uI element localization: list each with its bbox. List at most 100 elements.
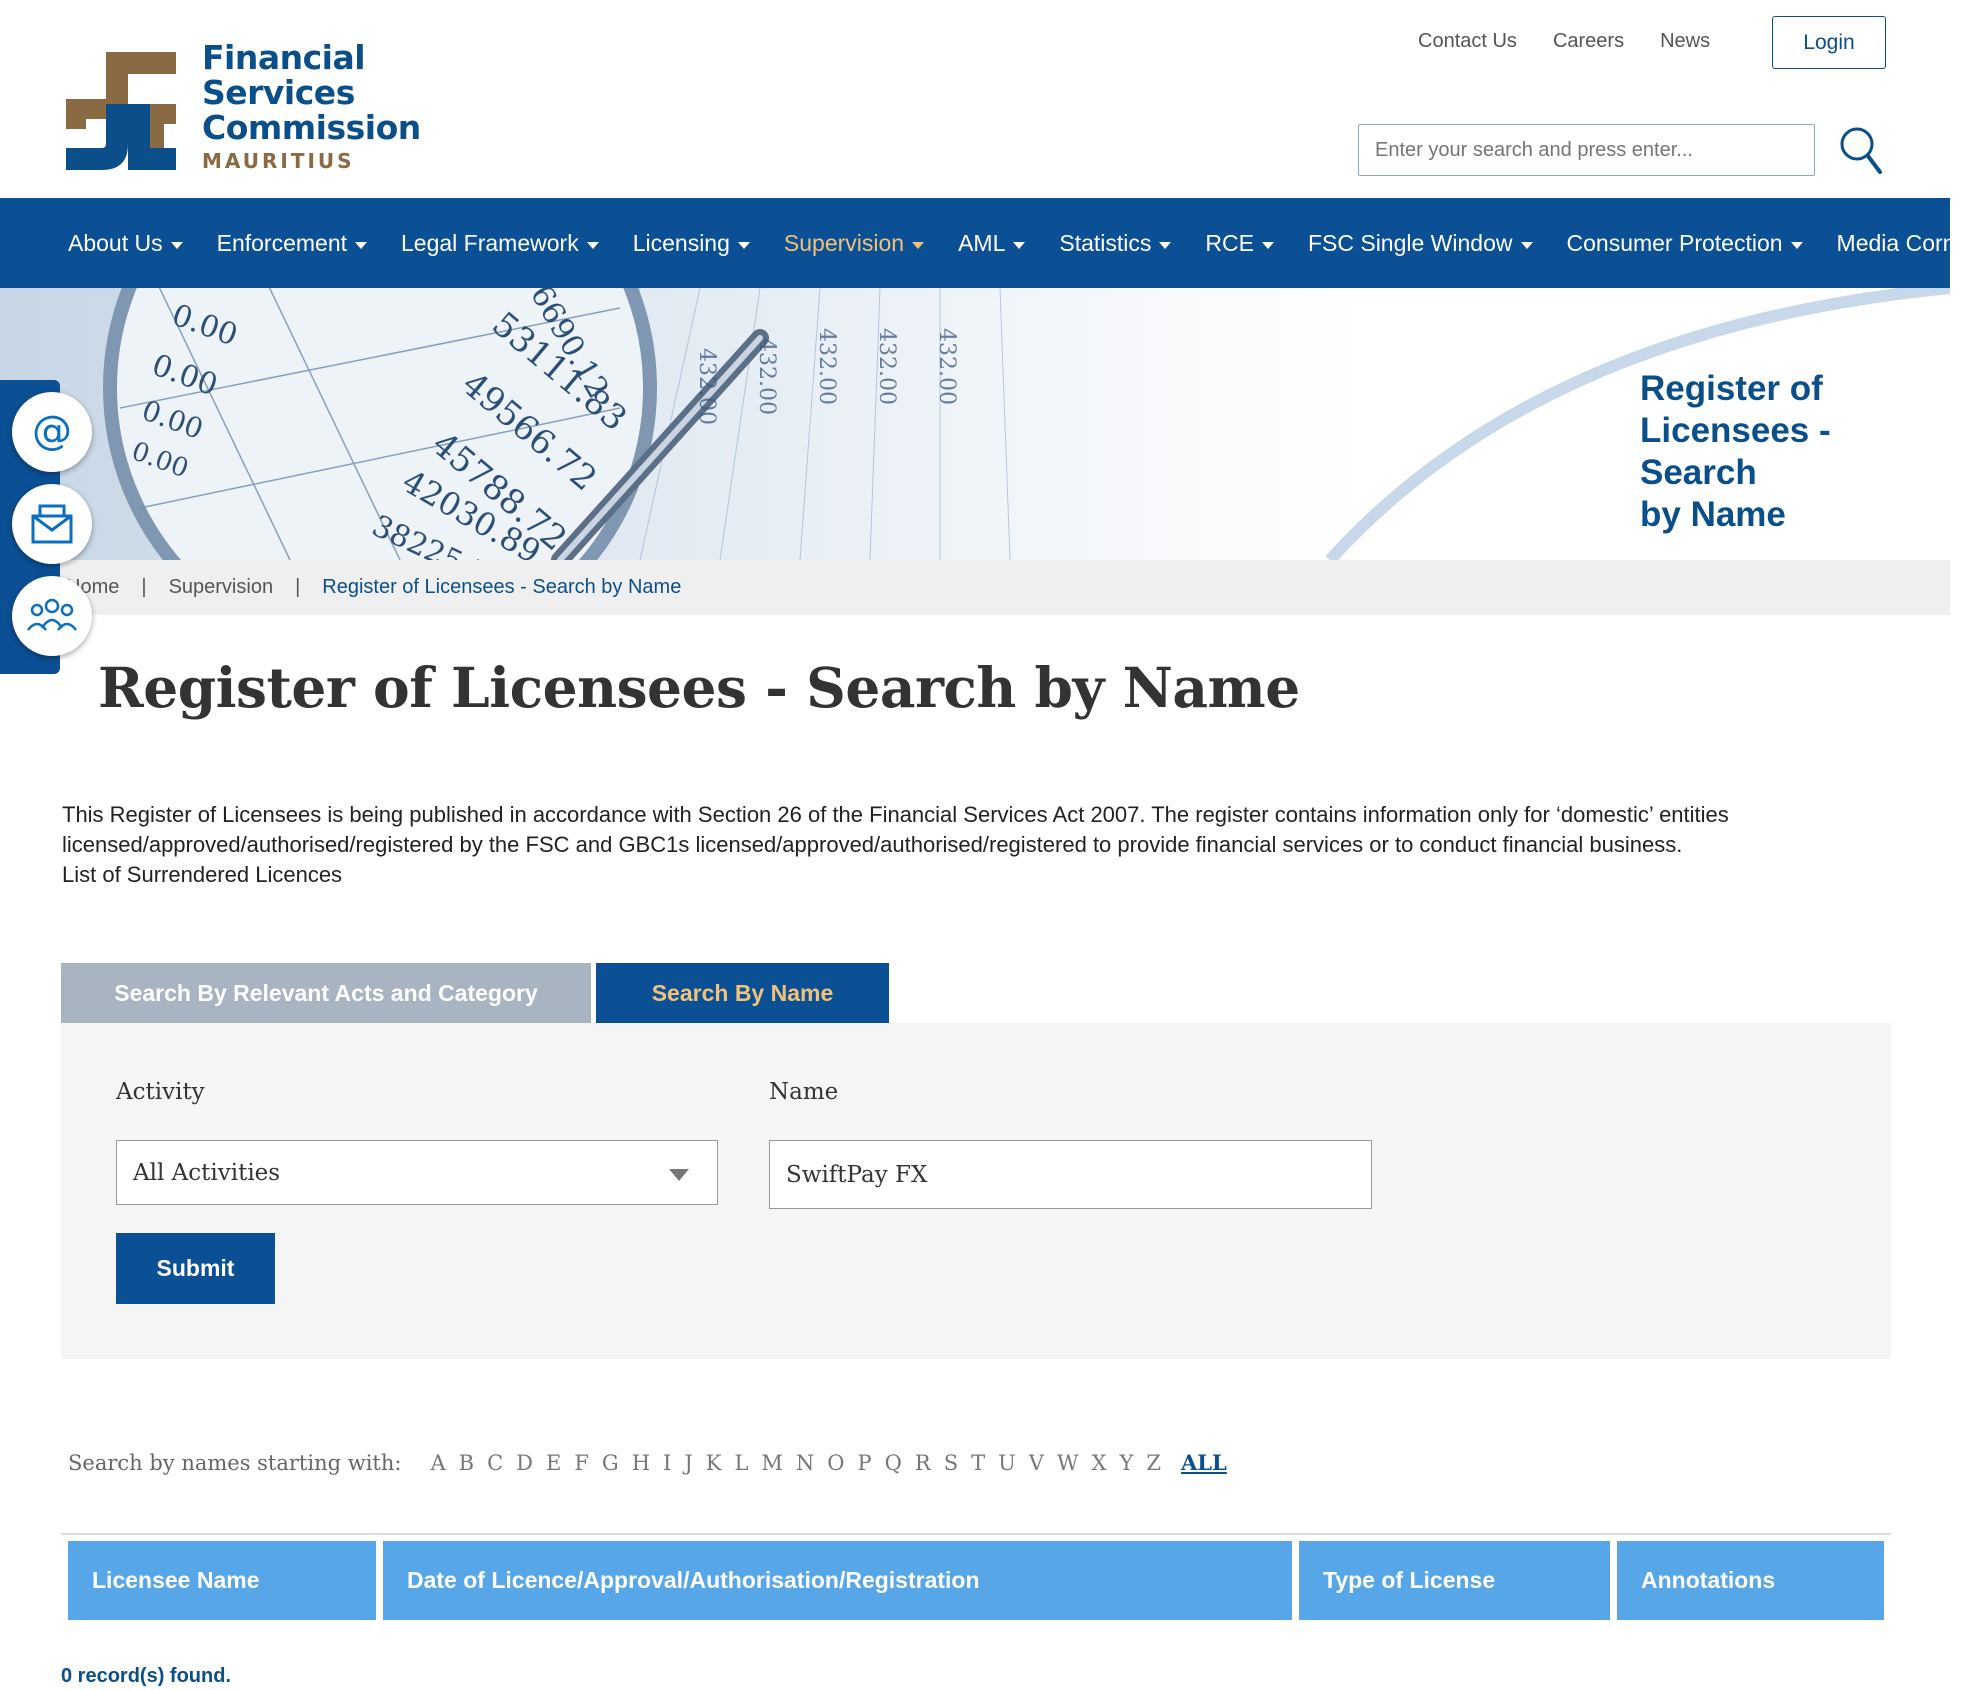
logo-wordmark: Financial Services Commission MAURITIUS <box>202 40 421 175</box>
caret-down-icon <box>170 241 183 249</box>
careers-link[interactable]: Careers <box>1553 30 1624 53</box>
nav-media-corner[interactable]: Media Corner <box>1837 230 1983 257</box>
nav-licensing[interactable]: Licensing <box>633 230 750 257</box>
fsc-logo-mark-icon <box>66 52 176 170</box>
nav-label: FSC Single Window <box>1307 229 1513 256</box>
dropdown-arrow-icon <box>669 1169 689 1181</box>
caret-down-icon <box>1159 241 1172 249</box>
email-at-button[interactable]: @ <box>12 392 92 472</box>
alphabet-letter-h[interactable]: H <box>632 1451 650 1475</box>
at-icon: @ <box>32 408 72 454</box>
main-nav: About Us Enforcement Legal Framework Lic… <box>0 198 1976 288</box>
alphabet-letter-m[interactable]: M <box>761 1451 783 1475</box>
page-banner: 0.00 0.00 0.00 0.00 53111.83 49566.72 45… <box>0 288 1950 560</box>
login-button[interactable]: Login <box>1772 16 1886 69</box>
alphabet-letter-u[interactable]: U <box>998 1451 1016 1475</box>
alphabet-all-link[interactable]: ALL <box>1181 1450 1227 1475</box>
page-title: Register of Licensees - Search by Name <box>98 655 1300 720</box>
nav-label: Enforcement <box>216 229 348 256</box>
breadcrumb-current[interactable]: Register of Licensees - Search by Name <box>322 576 681 599</box>
nav-rce[interactable]: RCE <box>1205 230 1274 257</box>
logo-line-3: Commission <box>202 108 421 147</box>
alphabet-letter-f[interactable]: F <box>574 1451 589 1475</box>
nav-fsc-single-window[interactable]: FSC Single Window <box>1308 230 1533 257</box>
alphabet-letter-p[interactable]: P <box>858 1451 872 1475</box>
nav-label: Licensing <box>632 229 730 256</box>
alphabet-letters: ABCDEFGHIJKLMNOPQRSTUVWXYZ <box>417 1451 1161 1475</box>
activity-select[interactable]: All Activities <box>116 1140 718 1205</box>
caret-down-icon <box>912 241 925 249</box>
alphabet-letter-n[interactable]: N <box>796 1451 814 1475</box>
caret-down-icon <box>1261 241 1274 249</box>
alphabet-filter: Search by names starting with: ABCDEFGHI… <box>68 1450 1227 1475</box>
nav-label: RCE <box>1205 229 1254 256</box>
breadcrumb: Home | Supervision | Register of License… <box>0 560 1950 615</box>
alphabet-letter-r[interactable]: R <box>915 1451 931 1475</box>
alphabet-letter-q[interactable]: Q <box>885 1451 902 1475</box>
site-search-input[interactable] <box>1358 124 1815 176</box>
alphabet-letter-x[interactable]: X <box>1092 1451 1107 1475</box>
contact-us-link[interactable]: Contact Us <box>1418 30 1517 53</box>
nav-label: Statistics <box>1059 229 1152 256</box>
fsc-logo[interactable]: Financial Services Commission MAURITIUS <box>66 40 436 180</box>
name-input[interactable] <box>769 1140 1372 1209</box>
nav-enforcement[interactable]: Enforcement <box>216 229 368 257</box>
alphabet-letter-i[interactable]: I <box>663 1451 671 1475</box>
caret-down-icon <box>1790 241 1803 249</box>
people-icon <box>27 598 77 631</box>
breadcrumb-supervision[interactable]: Supervision <box>169 576 274 599</box>
alphabet-letter-o[interactable]: O <box>827 1451 844 1475</box>
nav-statistics[interactable]: Statistics <box>1059 229 1172 257</box>
banner-title-line: Licensees - Search <box>1640 411 1831 492</box>
news-link[interactable]: News <box>1660 30 1710 53</box>
column-header-annotations[interactable]: Annotations <box>1617 1541 1884 1620</box>
surrendered-licences-link[interactable]: List of Surrendered Licences <box>62 860 1922 890</box>
alphabet-letter-s[interactable]: S <box>944 1451 958 1475</box>
intro-text: This Register of Licensees is being publ… <box>62 800 1922 890</box>
alphabet-letter-z[interactable]: Z <box>1146 1451 1161 1475</box>
alphabet-letter-k[interactable]: K <box>706 1451 722 1475</box>
logo-line-2: Services <box>202 73 355 112</box>
logo-line-1: Financial <box>202 38 366 77</box>
banner-title: Register of Licensees - Search by Name <box>1640 368 1950 536</box>
alphabet-letter-j[interactable]: J <box>684 1451 692 1475</box>
divider <box>61 1533 1891 1535</box>
alphabet-letter-y[interactable]: Y <box>1120 1451 1134 1475</box>
alphabet-letter-e[interactable]: E <box>546 1451 561 1475</box>
banner-number: 432.00 <box>874 328 899 405</box>
top-links: Contact Us Careers News <box>1418 30 1710 53</box>
column-header-date[interactable]: Date of Licence/Approval/Authorisation/R… <box>383 1541 1292 1620</box>
nav-about-us[interactable]: About Us <box>68 230 183 257</box>
alphabet-letter-b[interactable]: B <box>459 1451 474 1475</box>
caret-down-icon <box>586 241 599 249</box>
nav-supervision[interactable]: Supervision <box>784 230 925 257</box>
breadcrumb-separator: | <box>141 576 147 598</box>
alphabet-letter-l[interactable]: L <box>734 1451 748 1475</box>
banner-number: 432.00 <box>814 328 839 405</box>
alphabet-letter-d[interactable]: D <box>516 1451 533 1475</box>
banner-title-line: by Name <box>1640 495 1786 534</box>
records-count: 0 record(s) found. <box>61 1665 232 1687</box>
search-icon[interactable] <box>1838 124 1884 176</box>
tab-search-by-acts[interactable]: Search By Relevant Acts and Category <box>61 963 591 1023</box>
nav-consumer-protection[interactable]: Consumer Protection <box>1567 230 1803 257</box>
tab-search-by-name[interactable]: Search By Name <box>596 963 889 1023</box>
submit-button[interactable]: Submit <box>116 1233 275 1304</box>
alphabet-letter-a[interactable]: A <box>430 1451 445 1475</box>
activity-label: Activity <box>116 1079 205 1105</box>
svg-text:@: @ <box>32 408 72 454</box>
nav-legal-framework[interactable]: Legal Framework <box>401 230 599 257</box>
alphabet-letter-w[interactable]: W <box>1057 1451 1079 1475</box>
alphabet-letter-t[interactable]: T <box>971 1451 985 1475</box>
community-button[interactable] <box>12 576 92 656</box>
mail-icon <box>31 504 73 544</box>
alphabet-letter-g[interactable]: G <box>602 1451 619 1475</box>
column-header-licensee-name[interactable]: Licensee Name <box>68 1541 376 1620</box>
alphabet-letter-c[interactable]: C <box>487 1451 503 1475</box>
alphabet-letter-v[interactable]: V <box>1029 1451 1044 1475</box>
nav-label: Media Corner <box>1836 229 1976 256</box>
search-form-panel: Activity All Activities Name Submit <box>61 1023 1891 1359</box>
column-header-type[interactable]: Type of License <box>1299 1541 1610 1620</box>
contact-mail-button[interactable] <box>12 484 92 564</box>
nav-aml[interactable]: AML <box>958 230 1026 257</box>
